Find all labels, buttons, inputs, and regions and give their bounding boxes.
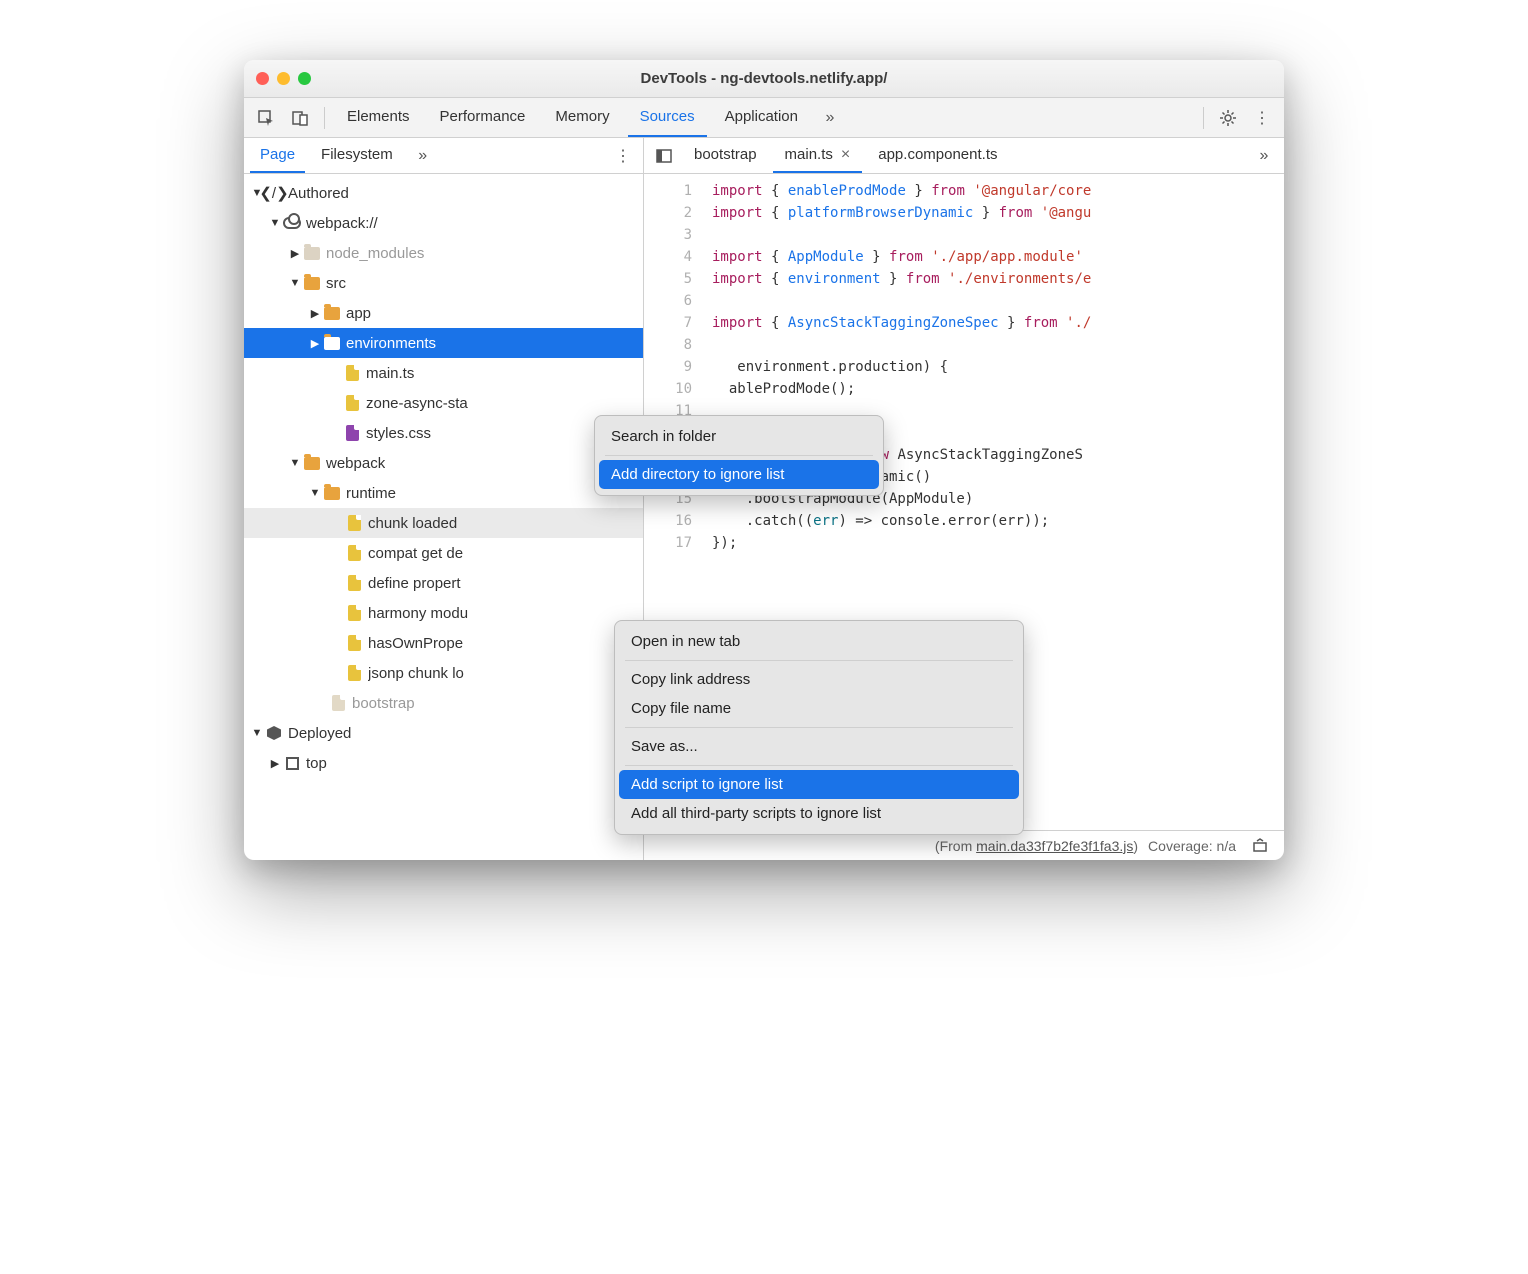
- cloud-icon: [282, 217, 302, 229]
- tab-application[interactable]: Application: [713, 98, 810, 137]
- folder-icon: [322, 337, 342, 350]
- folder-icon: [302, 457, 322, 470]
- file-tabs: bootstrapmain.ts×app.component.ts »: [644, 138, 1284, 174]
- separator: [1203, 107, 1204, 129]
- subtab-filesystem[interactable]: Filesystem: [311, 138, 403, 173]
- frame-icon: [282, 757, 302, 770]
- tree-compat-get[interactable]: compat get de: [244, 538, 643, 568]
- kebab-menu-icon[interactable]: ⋮: [1248, 104, 1276, 132]
- menu-add-third-party-ignore[interactable]: Add all third-party scripts to ignore li…: [619, 799, 1019, 828]
- devtools-window: DevTools - ng-devtools.netlify.app/ Elem…: [244, 60, 1284, 860]
- more-subtabs-icon[interactable]: »: [409, 142, 437, 170]
- tree-group-deployed[interactable]: ▼Deployed: [244, 718, 643, 748]
- folder-icon: [322, 487, 342, 500]
- tab-memory[interactable]: Memory: [543, 98, 621, 137]
- file-icon: [344, 515, 364, 531]
- toggle-navigator-icon[interactable]: [650, 142, 678, 170]
- tree-group-authored[interactable]: ▼❮/❯Authored: [244, 178, 643, 208]
- device-toggle-icon[interactable]: [286, 104, 314, 132]
- subtab-page[interactable]: Page: [250, 138, 305, 173]
- tree-zone-async[interactable]: zone-async-sta: [244, 388, 643, 418]
- file-icon: [342, 395, 362, 411]
- file-icon: [344, 635, 364, 651]
- separator: [324, 107, 325, 129]
- navigator-tabs: PageFilesystem » ⋮: [244, 138, 643, 174]
- file-icon: [328, 695, 348, 711]
- folder-icon: [322, 307, 342, 320]
- tab-performance[interactable]: Performance: [428, 98, 538, 137]
- file-icon: [342, 365, 362, 381]
- file-icon: [344, 575, 364, 591]
- tree-top[interactable]: ▶top: [244, 748, 643, 778]
- tree-hasownproperty[interactable]: hasOwnPrope: [244, 628, 643, 658]
- tree-environments[interactable]: ▶environments: [244, 328, 643, 358]
- menu-search-in-folder[interactable]: Search in folder: [599, 422, 879, 451]
- tree-main-ts[interactable]: main.ts: [244, 358, 643, 388]
- status-from-label: (From main.da33f7b2fe3f1fa3.js): [935, 838, 1138, 854]
- filetab-app-component-ts[interactable]: app.component.ts: [866, 138, 1009, 173]
- tab-elements[interactable]: Elements: [335, 98, 422, 137]
- tree-chunk-loaded[interactable]: chunk loaded: [244, 508, 643, 538]
- tree-webpack-scheme[interactable]: ▼webpack://: [244, 208, 643, 238]
- tree-node-modules[interactable]: ▶node_modules: [244, 238, 643, 268]
- menu-open-new-tab[interactable]: Open in new tab: [619, 627, 1019, 656]
- tree-src[interactable]: ▼src: [244, 268, 643, 298]
- tree-webpack[interactable]: ▼webpack: [244, 448, 643, 478]
- settings-icon[interactable]: [1214, 104, 1242, 132]
- window-title: DevTools - ng-devtools.netlify.app/: [244, 70, 1284, 87]
- titlebar: DevTools - ng-devtools.netlify.app/: [244, 60, 1284, 98]
- source-map-link[interactable]: main.da33f7b2fe3f1fa3.js: [976, 838, 1133, 854]
- file-icon: [344, 605, 364, 621]
- tree-define-property[interactable]: define propert: [244, 568, 643, 598]
- more-filetabs-icon[interactable]: »: [1250, 142, 1278, 170]
- inspect-element-icon[interactable]: [252, 104, 280, 132]
- close-tab-icon[interactable]: ×: [841, 146, 850, 164]
- toggle-drawer-icon[interactable]: [1246, 832, 1274, 860]
- code-icon: ❮/❯: [264, 184, 284, 202]
- tree-styles-css[interactable]: styles.css: [244, 418, 643, 448]
- navigator-kebab-icon[interactable]: ⋮: [609, 142, 637, 170]
- menu-add-script-ignore[interactable]: Add script to ignore list: [619, 770, 1019, 799]
- folder-icon: [302, 247, 322, 260]
- file-icon: [344, 545, 364, 561]
- filetab-bootstrap[interactable]: bootstrap: [682, 138, 769, 173]
- menu-add-dir-ignore[interactable]: Add directory to ignore list: [599, 460, 879, 489]
- folder-context-menu: Search in folder Add directory to ignore…: [594, 415, 884, 496]
- menu-save-as[interactable]: Save as...: [619, 732, 1019, 761]
- tree-jsonp-chunk[interactable]: jsonp chunk lo: [244, 658, 643, 688]
- folder-icon: [302, 277, 322, 290]
- menu-copy-link[interactable]: Copy link address: [619, 665, 1019, 694]
- tree-runtime[interactable]: ▼runtime: [244, 478, 643, 508]
- tree-bootstrap[interactable]: bootstrap: [244, 688, 643, 718]
- tree-harmony-module[interactable]: harmony modu: [244, 598, 643, 628]
- file-tree: ▼❮/❯Authored ▼webpack:// ▶node_modules ▼…: [244, 174, 643, 860]
- navigator-panel: PageFilesystem » ⋮ ▼❮/❯Authored ▼webpack…: [244, 138, 644, 860]
- tree-app[interactable]: ▶app: [244, 298, 643, 328]
- file-icon: [342, 425, 362, 441]
- menu-copy-name[interactable]: Copy file name: [619, 694, 1019, 723]
- more-tabs-icon[interactable]: »: [816, 104, 844, 132]
- tab-sources[interactable]: Sources: [628, 98, 707, 137]
- devtools-tabs: ElementsPerformanceMemorySourcesApplicat…: [244, 98, 1284, 138]
- file-icon: [344, 665, 364, 681]
- file-context-menu: Open in new tab Copy link address Copy f…: [614, 620, 1024, 835]
- cube-icon: [264, 726, 284, 740]
- filetab-main-ts[interactable]: main.ts×: [773, 138, 863, 173]
- coverage-label: Coverage: n/a: [1148, 838, 1236, 854]
